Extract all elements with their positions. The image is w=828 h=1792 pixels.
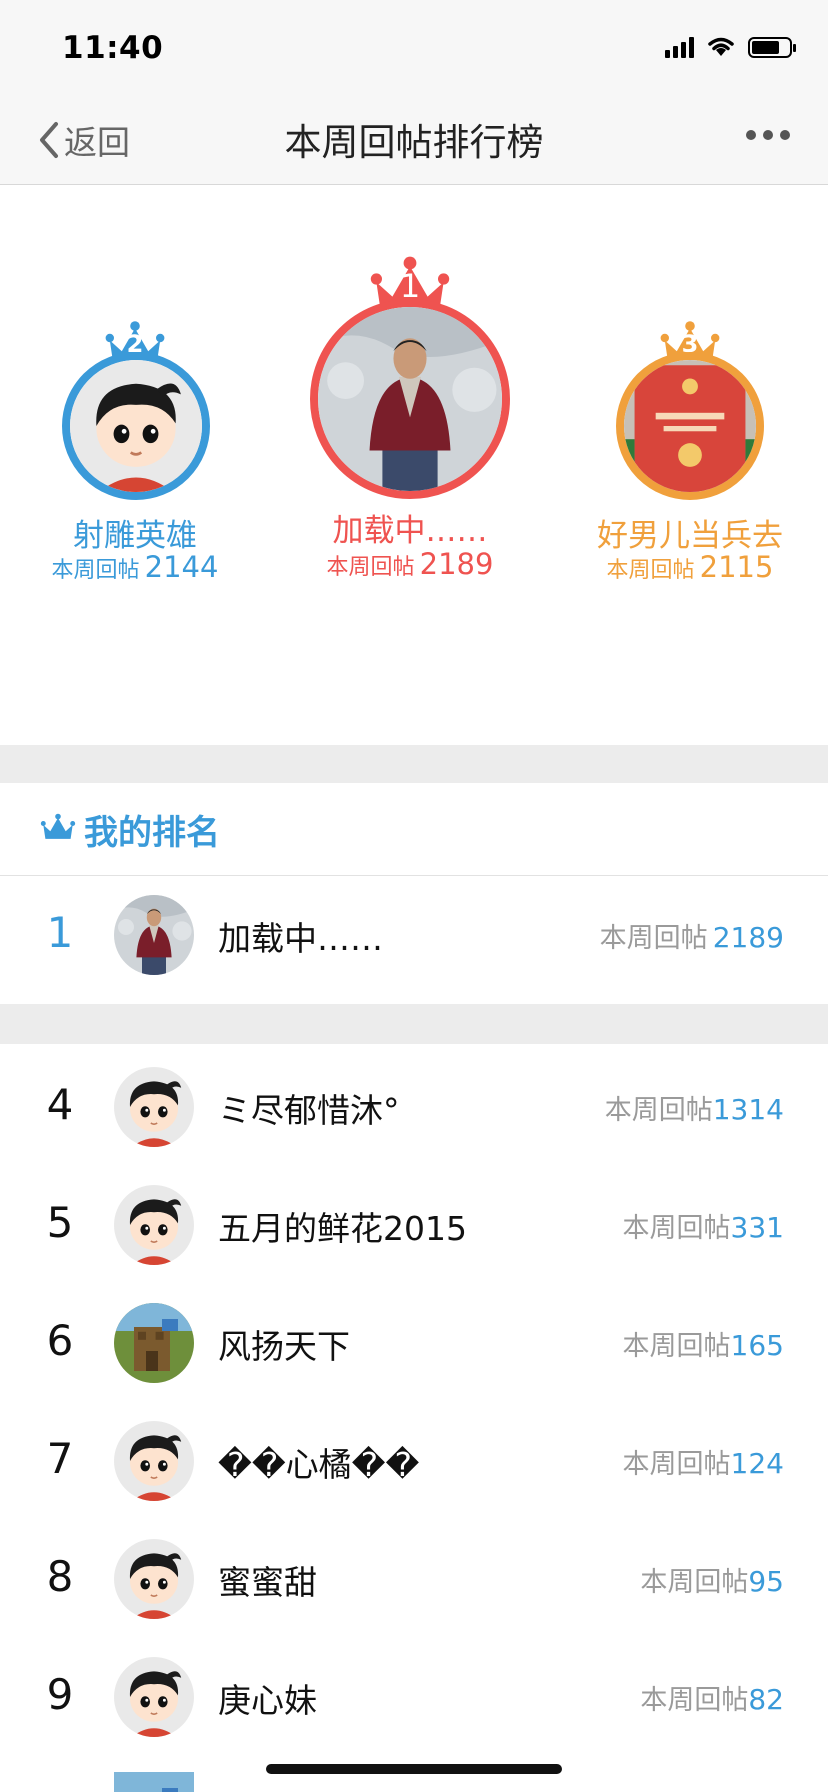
score-label: 本周回帖 [622, 1331, 731, 1362]
rank-number: 4 [46, 1080, 74, 1129]
avatar [62, 352, 210, 500]
avatar [114, 1772, 194, 1792]
score-label: 本周回帖 [640, 1567, 749, 1598]
more-options-button[interactable] [746, 130, 790, 140]
score-label: 本周回帖 [606, 558, 695, 583]
status-icons [665, 36, 796, 58]
list-item[interactable]: 5 五月的鲜花2015 本周回帖331 [0, 1166, 828, 1284]
score-value: 2189 [419, 547, 494, 581]
score-label: 本周回帖 [326, 555, 415, 580]
username: 蜜蜜甜 [218, 1563, 317, 1602]
cellular-signal-icon [665, 36, 694, 58]
status-bar: 11:40 [0, 0, 828, 92]
section-divider [0, 1004, 828, 1044]
podium-username: 加载中…… [332, 513, 488, 549]
score-value: 124 [730, 1447, 784, 1480]
score-value: 2115 [699, 550, 774, 584]
score-value: 2189 [712, 921, 784, 954]
username: 加载中…… [218, 919, 383, 958]
score-label: 本周回帖 [622, 1213, 731, 1244]
score-label: 本周回帖 [604, 1095, 713, 1126]
rank-number: 7 [46, 1434, 74, 1483]
avatar [616, 352, 764, 500]
more-dot-icon [763, 130, 773, 140]
avatar [114, 1657, 194, 1737]
podium-username: 好男儿当兵去 [597, 518, 783, 554]
score-value: 2144 [144, 550, 219, 584]
avatar [310, 299, 510, 499]
status-time: 11:40 [62, 30, 164, 66]
score-value: 1314 [712, 1093, 784, 1126]
page-title: 本周回帖排行榜 [284, 121, 544, 164]
podium-score: 本周回帖 2144 [40, 550, 230, 584]
more-dot-icon [780, 130, 790, 140]
weekly-reply-count: 本周回帖95 [640, 1560, 784, 1599]
score-value: 82 [748, 1683, 784, 1716]
weekly-reply-count: 本周回帖124 [623, 1442, 784, 1481]
battery-icon [748, 36, 796, 58]
podium-username: 射雕英雄 [73, 518, 197, 554]
navigation-bar: 返回 本周回帖排行榜 [0, 92, 828, 185]
avatar [114, 1421, 194, 1501]
rank-number: 5 [46, 1198, 74, 1247]
rank-number: 9 [46, 1670, 74, 1719]
username: ミ尽郁惜沐° [218, 1091, 400, 1130]
list-item[interactable]: 8 蜜蜜甜 本周回帖95 [0, 1520, 828, 1638]
score-label: 本周回帖 [622, 1449, 731, 1480]
score-value: 165 [730, 1329, 784, 1362]
my-ranking-title: 我的排名 [84, 813, 220, 853]
section-divider [0, 745, 828, 783]
weekly-reply-count: 本周回帖1314 [605, 1088, 784, 1127]
username: 庚心妹 [218, 1681, 317, 1720]
username: 风扬天下 [218, 1327, 350, 1366]
crown-icon [40, 813, 76, 841]
score-label: 本周回帖 [599, 923, 708, 954]
my-ranking-row[interactable]: 1 加载中…… 本周回帖 2189 [0, 876, 828, 994]
score-label: 本周回帖 [51, 558, 140, 583]
avatar [114, 1185, 194, 1265]
podium-score: 本周回帖 2189 [300, 547, 520, 581]
avatar [114, 895, 194, 975]
rank-number: 6 [46, 1316, 74, 1365]
podium-score: 本周回帖 2115 [585, 550, 795, 584]
weekly-reply-count: 本周回帖 2189 [600, 916, 784, 955]
score-value: 331 [730, 1211, 784, 1244]
my-ranking-header: 我的排名 [0, 783, 828, 876]
username: ��心橘�� [218, 1445, 420, 1484]
list-item[interactable]: 7 ��心橘�� 本周回帖124 [0, 1402, 828, 1520]
weekly-reply-count: 本周回帖165 [623, 1324, 784, 1363]
avatar [114, 1539, 194, 1619]
username: 五月的鲜花2015 [218, 1209, 467, 1248]
more-dot-icon [746, 130, 756, 140]
avatar [114, 1067, 194, 1147]
list-item[interactable]: 9 庚心妹 本周回帖82 [0, 1638, 828, 1756]
podium-second[interactable]: 2 射雕英雄 本周回帖 2144 [40, 320, 230, 640]
avatar [114, 1303, 194, 1383]
rank-number: 1 [46, 908, 74, 957]
wifi-icon [708, 37, 734, 56]
podium-third[interactable]: 3 好男儿当兵去 本周回帖 2115 [585, 320, 795, 640]
score-value: 95 [748, 1565, 784, 1598]
home-indicator[interactable] [266, 1764, 562, 1774]
weekly-reply-count: 本周回帖82 [640, 1678, 784, 1717]
top-three-podium: 2 射雕英雄 本周回帖 2144 1 加载中…… 本周回帖 2189 3 好男儿… [0, 185, 828, 745]
rank-number: 8 [46, 1552, 74, 1601]
podium-first[interactable]: 1 加载中…… 本周回帖 2189 [300, 255, 520, 585]
list-item[interactable]: 4 ミ尽郁惜沐° 本周回帖1314 [0, 1048, 828, 1166]
list-item[interactable]: 6 风扬天下 本周回帖165 [0, 1284, 828, 1402]
score-label: 本周回帖 [640, 1685, 749, 1716]
weekly-reply-count: 本周回帖331 [623, 1206, 784, 1245]
